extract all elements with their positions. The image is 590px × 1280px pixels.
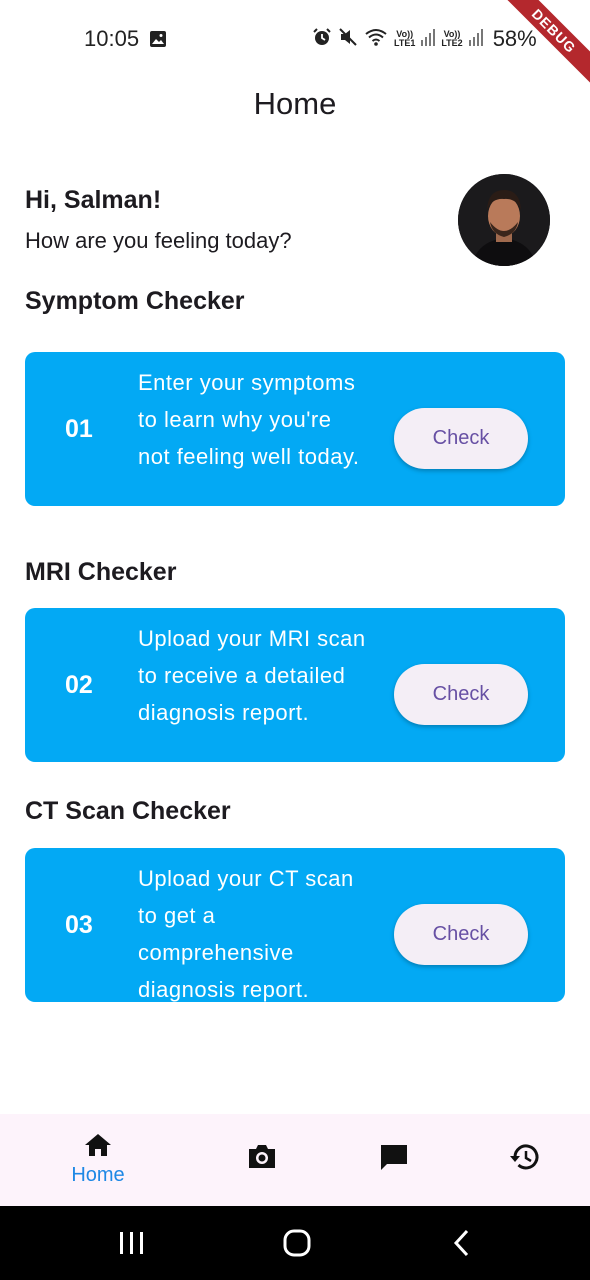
recent-apps-icon [120,1232,143,1254]
sim2-label: LTE2 [441,38,463,48]
battery-percent: 58% [492,26,537,51]
mri-check-button[interactable]: Check [394,664,528,725]
nav-item-chat[interactable] [334,1114,454,1206]
card-description: Upload your MRI scan to receive a detail… [138,626,366,725]
card-number: 01 [65,414,93,443]
card-number: 03 [65,910,93,939]
nav-label-home: Home [71,1164,125,1186]
card-description: Enter your symptoms to learn why you're … [138,370,360,469]
alarm-icon [312,27,332,52]
card-number: 02 [65,670,93,699]
symptom-checker-title: Symptom Checker [25,287,245,315]
symptom-check-button[interactable]: Check [394,408,528,469]
nav-item-history[interactable] [465,1114,585,1206]
back-icon [453,1229,469,1257]
greeting-subtitle: How are you feeling today? [25,228,292,253]
gallery-notification-icon [149,30,167,53]
home-icon [85,1134,111,1156]
mute-icon [338,27,358,52]
system-navigation-bar [0,1206,590,1280]
home-system-button[interactable] [257,1206,337,1280]
status-icons: Vo)) LTE1 Vo)) LTE2 58% [312,26,537,52]
camera-icon [249,1145,275,1168]
symptom-checker-card: 01 Enter your symptoms to learn why you'… [25,352,565,506]
chat-icon [381,1145,407,1170]
sim2-indicator: Vo)) LTE2 [441,30,462,48]
mri-checker-title: MRI Checker [25,558,177,586]
ct-scan-checker-title: CT Scan Checker [25,797,231,825]
recent-apps-button[interactable] [92,1206,172,1280]
greeting-title: Hi, Salman! [25,186,162,214]
ct-scan-check-button[interactable]: Check [394,904,528,965]
signal-icon [421,28,436,51]
page-title: Home [253,86,337,121]
status-bar: 10:05 Vo)) LTE1 Vo)) LTE2 58% [0,0,590,78]
history-icon [510,1144,539,1170]
nav-item-home[interactable]: Home [38,1114,158,1206]
bottom-navigation: Home [0,1114,590,1206]
back-button[interactable] [422,1206,502,1280]
card-description: Upload your CT scan to get a comprehensi… [138,866,354,1002]
avatar-image [458,174,550,266]
sim1-label: LTE1 [394,38,416,48]
sim1-indicator: Vo)) LTE1 [394,30,415,48]
signal-icon [468,28,483,51]
avatar[interactable] [458,174,550,266]
wifi-icon [364,27,388,52]
home-circle-icon [283,1229,311,1257]
mri-checker-card: 02 Upload your MRI scan to receive a det… [25,608,565,762]
nav-item-camera[interactable] [202,1114,322,1206]
ct-scan-checker-card: 03 Upload your CT scan to get a comprehe… [25,848,565,1002]
status-time: 10:05 [84,26,140,51]
